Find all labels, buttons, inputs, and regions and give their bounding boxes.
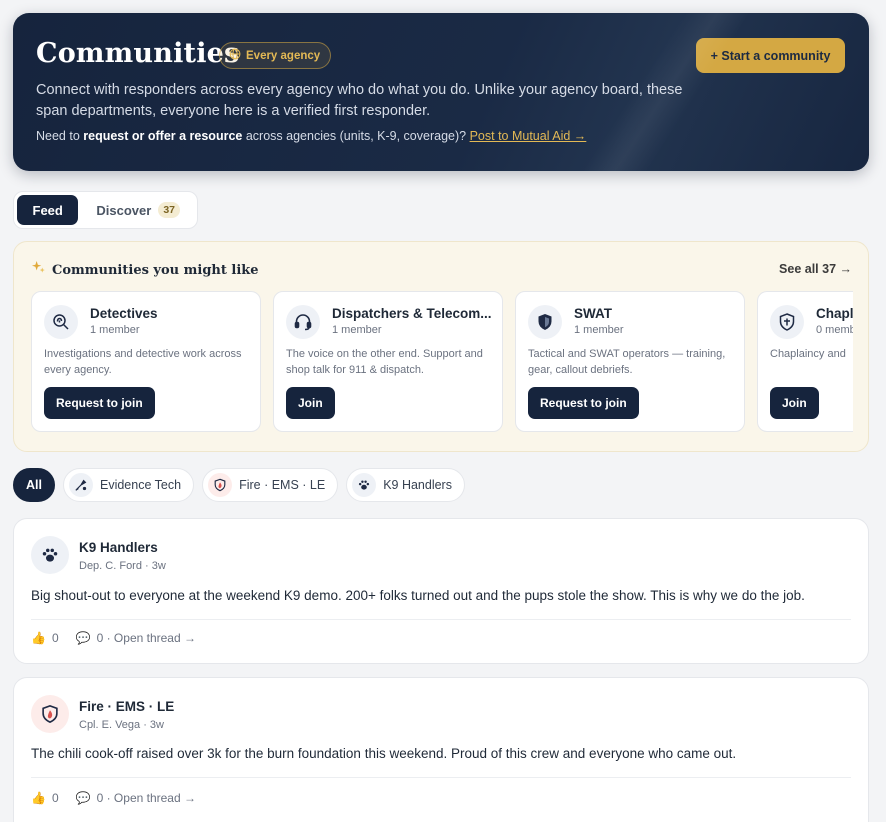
card-name: Detectives: [90, 306, 158, 321]
card-description: Investigations and detective work across…: [44, 348, 242, 376]
community-cards: Detectives 1 member Investigations and d…: [31, 291, 853, 432]
filter-chip-label: Fire · EMS · LE: [239, 478, 326, 492]
headset-icon: [286, 305, 320, 339]
feed-post: Fire · EMS · LE Cpl. E. Vega · 3w The ch…: [13, 677, 869, 822]
view-tabs: Feed Discover 37: [13, 191, 198, 229]
cross-shield-icon: [770, 305, 804, 339]
mutual-aid-note: Need to request or offer a resource acro…: [36, 129, 586, 143]
post-to-mutual-aid-link[interactable]: Post to Mutual Aid →: [470, 129, 587, 143]
card-members: 1 member: [332, 324, 382, 336]
open-thread-button[interactable]: 💬 0 · Open thread →: [76, 631, 196, 645]
tab-discover[interactable]: Discover 37: [82, 195, 194, 225]
post-community-name[interactable]: K9 Handlers: [79, 540, 158, 555]
card-members: 1 member: [90, 324, 140, 336]
community-card-dispatchers: Dispatchers & Telecom... 1 member The vo…: [273, 291, 503, 432]
card-members: 1 member: [574, 324, 624, 336]
see-all-link[interactable]: See all 37 →: [779, 262, 852, 276]
filter-chip-label: Evidence Tech: [99, 478, 182, 492]
mutual-aid-prefix: Need to: [36, 129, 80, 143]
join-button[interactable]: Join: [770, 387, 819, 419]
community-card-detectives: Detectives 1 member Investigations and d…: [31, 291, 261, 432]
card-name: SWAT: [574, 306, 612, 321]
flame-shield-icon: [31, 695, 69, 733]
start-community-button[interactable]: + Start a community: [696, 38, 845, 73]
card-description: Chaplaincy and: [770, 348, 846, 360]
post-community-name[interactable]: Fire · EMS · LE: [79, 699, 174, 714]
paw-icon: [31, 536, 69, 574]
filter-chip-fire-ems-le[interactable]: Fire · EMS · LE: [202, 468, 339, 502]
suggested-communities-panel: Communities you might like See all 37 → …: [13, 241, 869, 452]
mutual-aid-bold: request or offer a resource: [83, 129, 243, 143]
card-name: Dispatchers & Telecom...: [332, 306, 492, 321]
open-thread-button[interactable]: 💬 0 · Open thread →: [76, 791, 196, 805]
filter-chip-evidence-tech[interactable]: Evidence Tech: [62, 468, 195, 502]
magnifier-fingerprint-icon: [44, 305, 78, 339]
like-count: 0: [51, 791, 59, 805]
globe-icon: [229, 48, 241, 63]
suggested-title: Communities you might like: [52, 262, 259, 278]
open-thread-label: 0 · Open thread →: [96, 791, 196, 805]
shield-icon: [528, 305, 562, 339]
post-divider: [31, 619, 851, 620]
open-thread-label: 0 · Open thread →: [96, 631, 196, 645]
filter-chip-k9-handlers[interactable]: K9 Handlers: [346, 468, 465, 502]
filter-chip-all[interactable]: All: [13, 468, 55, 502]
card-description: The voice on the other end. Support and …: [286, 348, 483, 376]
thumbs-up-icon: 👍: [31, 791, 46, 805]
post-meta: Cpl. E. Vega · 3w: [79, 719, 164, 731]
request-to-join-button[interactable]: Request to join: [528, 387, 639, 419]
card-members: 0 members: [816, 324, 853, 336]
discover-count-badge: 37: [158, 202, 180, 218]
post-actions: 👍 0 💬 0 · Open thread →: [31, 791, 196, 805]
comment-icon: 💬: [75, 791, 91, 805]
like-button[interactable]: 👍 0: [31, 791, 59, 805]
community-card-swat: SWAT 1 member Tactical and SWAT operator…: [515, 291, 745, 432]
hero-description: Connect with responders across every age…: [36, 82, 683, 119]
post-actions: 👍 0 💬 0 · Open thread →: [31, 631, 196, 645]
post-body: The chili cook-off raised over 3k for th…: [31, 746, 737, 761]
sparkle-icon: [31, 260, 46, 280]
post-body: Big shout-out to everyone at the weekend…: [31, 588, 805, 603]
suggested-header: Communities you might like: [31, 260, 259, 280]
like-count: 0: [51, 631, 59, 645]
community-filter-chips: All Evidence Tech Fire · EMS · LE K9 Han…: [13, 468, 465, 502]
evidence-brush-icon: [68, 473, 93, 497]
card-description: Tactical and SWAT operators — training, …: [528, 348, 726, 376]
tab-feed[interactable]: Feed: [17, 195, 79, 225]
feed-post: K9 Handlers Dep. C. Ford · 3w Big shout-…: [13, 518, 869, 664]
agency-badge-label: Every agency: [246, 49, 321, 62]
paw-icon: [352, 473, 377, 497]
filter-chip-label: K9 Handlers: [383, 478, 452, 492]
comment-icon: 💬: [75, 631, 91, 645]
mutual-aid-suffix: across agencies (units, K-9, coverage)?: [245, 129, 467, 143]
post-divider: [31, 777, 851, 778]
flame-shield-icon: [208, 473, 233, 497]
card-name: Chaplaincy: [816, 306, 853, 321]
join-button[interactable]: Join: [286, 387, 335, 419]
page-title: Communities: [36, 38, 240, 69]
communities-hero: Communities Every agency Connect with re…: [13, 13, 869, 171]
thumbs-up-icon: 👍: [31, 631, 46, 645]
like-button[interactable]: 👍 0: [31, 631, 59, 645]
every-agency-badge: Every agency: [219, 42, 332, 69]
request-to-join-button[interactable]: Request to join: [44, 387, 155, 419]
tab-discover-label: Discover: [96, 202, 152, 218]
community-card-chaplaincy: Chaplaincy 0 members Chaplaincy and Join: [757, 291, 853, 432]
post-meta: Dep. C. Ford · 3w: [79, 560, 166, 572]
